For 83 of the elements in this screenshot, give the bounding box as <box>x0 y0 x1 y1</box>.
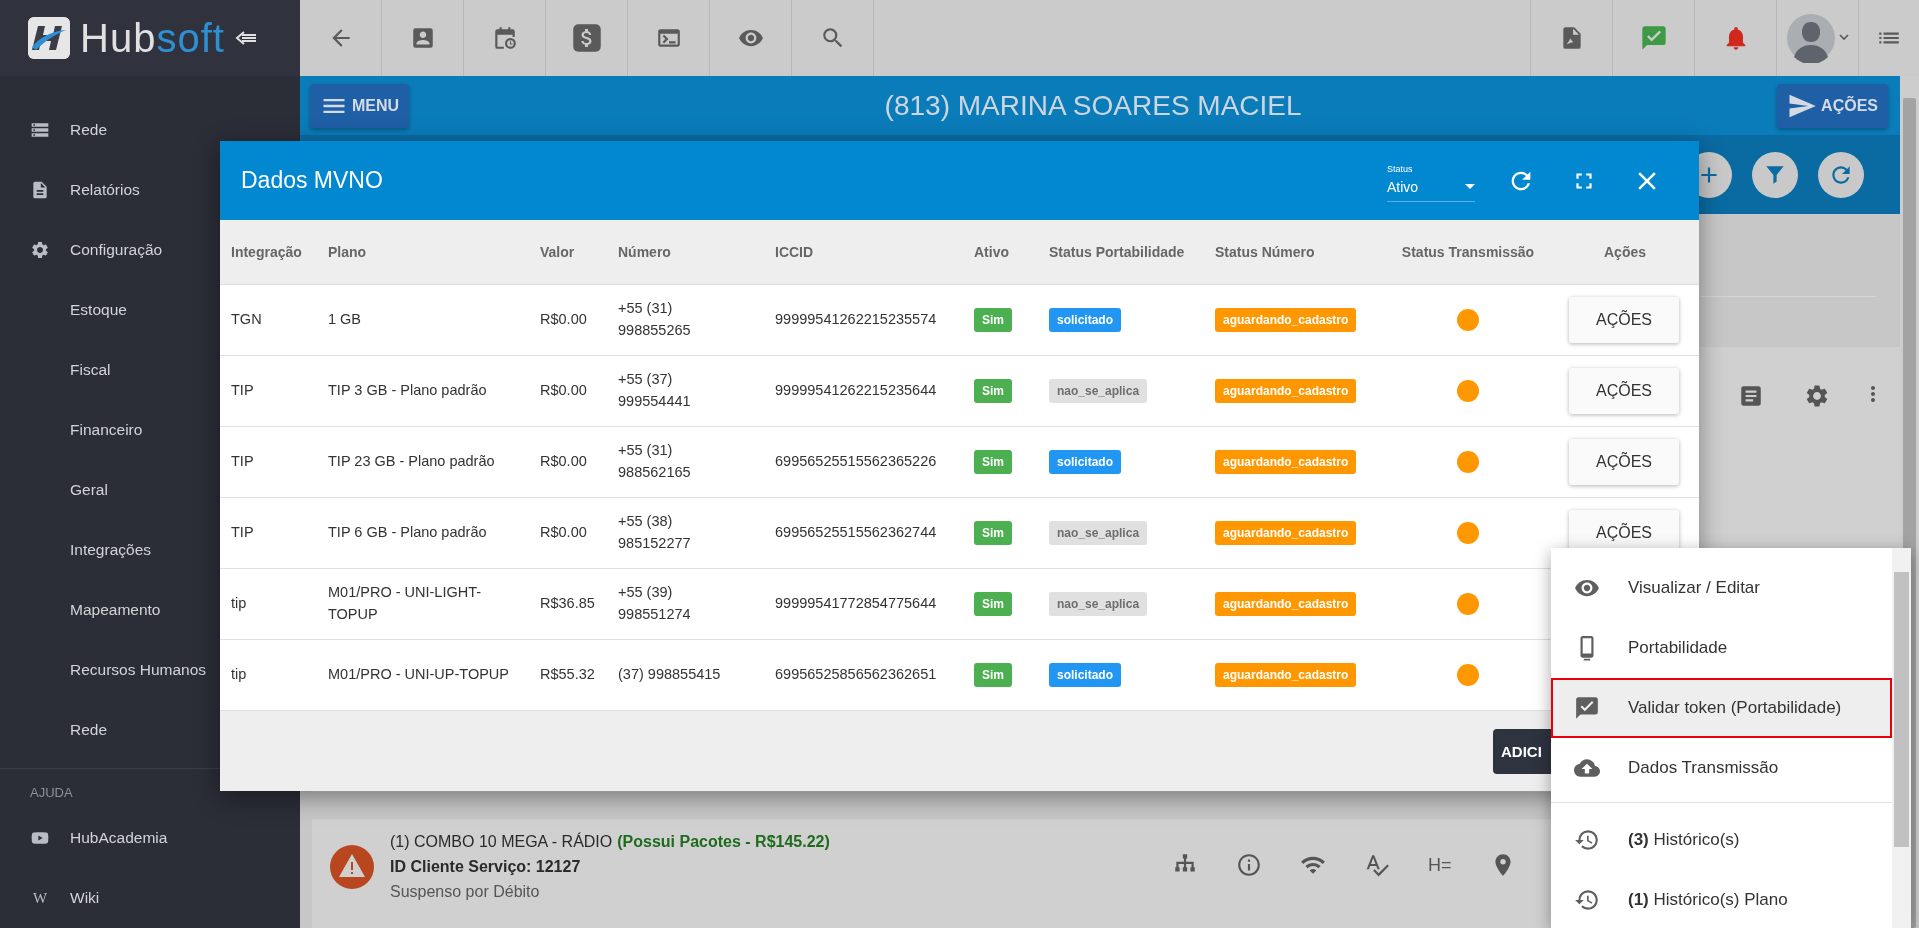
active-badge: Sim <box>974 592 1012 616</box>
service-status: Suspenso por Débito <box>390 883 541 901</box>
table-cell-text: +55 (37) 999554441 <box>618 370 691 411</box>
menu-item[interactable]: Validar token (Portabilidade) <box>1551 678 1892 738</box>
actions-button[interactable]: AÇÕES <box>1569 368 1679 414</box>
menu-button[interactable]: MENU <box>310 83 410 128</box>
table-cell-text: TIP <box>231 381 254 401</box>
packages-note: (Possui Pacotes - R$145.22) <box>617 833 830 851</box>
status-badge: aguardando_cadastro <box>1215 308 1357 332</box>
status-badge: aguardando_cadastro <box>1215 450 1357 474</box>
table-cell-text: TGN <box>231 310 262 330</box>
status-badge: aguardando_cadastro <box>1215 379 1357 403</box>
table-cell-text: M01/PRO - UNI-UP-TOPUP <box>328 665 509 685</box>
table-cell-text: 69956525515562362744 <box>775 523 937 543</box>
active-badge: Sim <box>974 379 1012 403</box>
column-header: Número <box>618 244 671 260</box>
status-badge: solicitado <box>1049 663 1121 687</box>
sidebar-item[interactable]: HubAcademia <box>0 808 300 868</box>
menu-item[interactable]: (3) Histórico(s) <box>1551 810 1892 870</box>
table-cell-text: TIP <box>231 452 254 472</box>
table-cell-text: +55 (38) 985152277 <box>618 512 691 553</box>
status-badge: solicitado <box>1049 308 1121 332</box>
status-select[interactable]: Status Ativo <box>1387 163 1475 202</box>
column-header: Status Transmissão <box>1401 244 1535 260</box>
column-header: Integração <box>231 244 302 260</box>
client-id: ID Cliente Serviço: 12127 <box>390 858 582 876</box>
column-header: Valor <box>540 244 575 260</box>
table-cell-text: R$36.85 <box>540 594 595 614</box>
active-badge: Sim <box>974 450 1012 474</box>
table-cell-text: 1 GB <box>328 310 362 330</box>
table-cell-text: TIP 23 GB - Plano padrão <box>328 452 495 472</box>
status-badge: aguardando_cadastro <box>1215 592 1357 616</box>
wiki-icon: W <box>30 889 50 907</box>
table-cell-text: 69956525515562365226 <box>775 452 937 472</box>
column-header: Ativo <box>974 244 1009 260</box>
table-cell-text: TIP 3 GB - Plano padrão <box>328 381 487 401</box>
sidebar-item[interactable]: W Wiki <box>0 868 300 928</box>
active-badge: Sim <box>974 308 1012 332</box>
column-header: Status Portabilidade <box>1049 244 1185 260</box>
status-badge: nao_se_aplica <box>1049 379 1148 403</box>
tool-icon[interactable]: H= <box>1428 854 1452 876</box>
actions-button[interactable]: AÇÕES <box>1569 297 1679 343</box>
table-cell-text: tip <box>231 665 247 685</box>
active-badge: Sim <box>974 663 1012 687</box>
menu-item[interactable]: Portabilidade <box>1551 618 1892 678</box>
table-cell-text: M01/PRO - UNI-LIGHT- TOPUP <box>328 583 482 624</box>
table-cell-text: 99999541262215235644 <box>775 381 937 401</box>
table-cell-text: R$0.00 <box>540 523 587 543</box>
table-cell-text: 99999541772854775644 <box>775 594 937 614</box>
customer-title: (813) MARINA SOARES MACIEL <box>883 89 1303 122</box>
status-badge: nao_se_aplica <box>1049 592 1148 616</box>
actions-button[interactable]: AÇÕES <box>1777 83 1888 128</box>
actions-button[interactable]: AÇÕES <box>1569 439 1679 485</box>
column-header: ICCID <box>775 244 814 260</box>
table-cell-text: +55 (31) 998855265 <box>618 299 691 340</box>
table-cell-text: R$55.32 <box>540 665 595 685</box>
section-heading: AJUDA <box>29 784 74 802</box>
status-badge: nao_se_aplica <box>1049 521 1148 545</box>
table-cell-text: R$0.00 <box>540 310 587 330</box>
menu-item[interactable]: Dados Transmissão <box>1551 738 1892 798</box>
column-header: Status Número <box>1215 244 1315 260</box>
table-cell-text: 99999541262215235574 <box>775 310 937 330</box>
brand-name: Hubsoft <box>80 18 225 58</box>
menu-item[interactable]: Visualizar / Editar <box>1551 558 1892 618</box>
table-cell-text: R$0.00 <box>540 452 587 472</box>
column-header: Ações <box>1604 244 1646 260</box>
table-cell-text: (37) 998855415 <box>618 665 721 685</box>
column-header: Plano <box>328 244 367 260</box>
modal-title: Dados MVNO <box>241 167 384 194</box>
table-cell-text: tip <box>231 594 247 614</box>
table-cell-text: +55 (39) 998551274 <box>618 583 691 624</box>
sidebar-item[interactable]: Rede <box>0 100 300 160</box>
menu-item[interactable]: (1) Histórico(s) Plano <box>1551 870 1892 928</box>
table-cell-text: TIP 6 GB - Plano padrão <box>328 523 487 543</box>
status-badge: solicitado <box>1049 450 1121 474</box>
table-cell-text: 69956525856562362651 <box>775 665 937 685</box>
table-cell-text: R$0.00 <box>540 381 587 401</box>
status-badge: aguardando_cadastro <box>1215 521 1357 545</box>
service-title: (1) COMBO 10 MEGA - RÁDIO <box>390 833 613 851</box>
status-badge: aguardando_cadastro <box>1215 663 1357 687</box>
active-badge: Sim <box>974 521 1012 545</box>
table-cell-text: TIP <box>231 523 254 543</box>
table-cell-text: +55 (31) 988562165 <box>618 441 691 482</box>
